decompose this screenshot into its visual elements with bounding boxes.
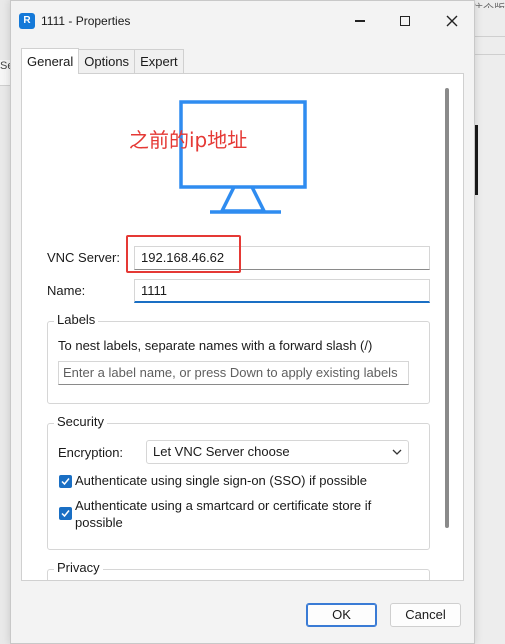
close-button[interactable] <box>440 9 464 33</box>
encryption-label: Encryption: <box>58 445 124 460</box>
background-tab: Se <box>0 60 10 86</box>
close-icon <box>446 15 458 27</box>
smartcard-label-line1[interactable]: Authenticate using a smartcard or certif… <box>75 497 405 514</box>
window-title: 1111 - Properties <box>41 14 131 28</box>
security-group-title: Security <box>54 414 107 429</box>
tab-expert[interactable]: Expert <box>134 49 184 74</box>
privacy-group: Privacy <box>47 560 430 580</box>
labels-hint: To nest labels, separate names with a fo… <box>58 338 373 353</box>
labels-group-title: Labels <box>54 312 99 327</box>
smartcard-label-line2[interactable]: possible <box>75 514 405 531</box>
general-tab-page: 之前的ip地址 VNC Server: 192.168.46.62 Name: … <box>21 73 464 581</box>
name-label: Name: <box>47 283 86 298</box>
realvnc-icon: R <box>19 13 35 29</box>
sso-checkbox[interactable] <box>59 475 72 488</box>
maximize-icon <box>400 16 410 26</box>
encryption-select[interactable]: Let VNC Server choose <box>146 440 409 464</box>
smartcard-checkbox[interactable] <box>59 507 72 520</box>
tab-general[interactable]: General <box>21 48 80 74</box>
tab-options[interactable]: Options <box>78 49 136 74</box>
checkmark-icon <box>61 478 70 486</box>
ok-button[interactable]: OK <box>306 603 377 627</box>
sso-label[interactable]: Authenticate using single sign-on (SSO) … <box>75 472 405 489</box>
vnc-server-label: VNC Server: <box>47 250 120 265</box>
minimize-icon <box>355 20 365 22</box>
ip-annotation: 之前的ip地址 <box>129 128 248 152</box>
background-divider <box>470 54 505 55</box>
minimize-button[interactable] <box>348 9 372 33</box>
background-app-text: 注个版个攻荣 <box>472 0 505 8</box>
label-input[interactable]: Enter a label name, or press Down to app… <box>58 361 409 385</box>
name-input[interactable]: 1111 <box>134 279 430 303</box>
scrollbar-thumb[interactable] <box>445 88 449 528</box>
security-group: Security Encryption: Let VNC Server choo… <box>47 414 430 550</box>
title-bar[interactable]: R 1111 - Properties <box>11 1 474 41</box>
maximize-button[interactable] <box>393 9 417 33</box>
encryption-value: Let VNC Server choose <box>153 444 290 459</box>
properties-dialog: R 1111 - Properties General Options Expe… <box>10 0 475 644</box>
tab-strip: General Options Expert <box>21 48 184 74</box>
highlight-box <box>126 235 241 273</box>
vertical-scrollbar[interactable] <box>445 88 449 572</box>
labels-group: Labels To nest labels, separate names wi… <box>47 312 430 404</box>
monitor-icon <box>179 100 307 214</box>
privacy-group-title: Privacy <box>54 560 103 575</box>
checkmark-icon <box>61 510 70 518</box>
background-divider <box>470 36 505 37</box>
cancel-button[interactable]: Cancel <box>390 603 461 627</box>
background-app <box>470 0 505 644</box>
chevron-down-icon <box>392 449 402 455</box>
